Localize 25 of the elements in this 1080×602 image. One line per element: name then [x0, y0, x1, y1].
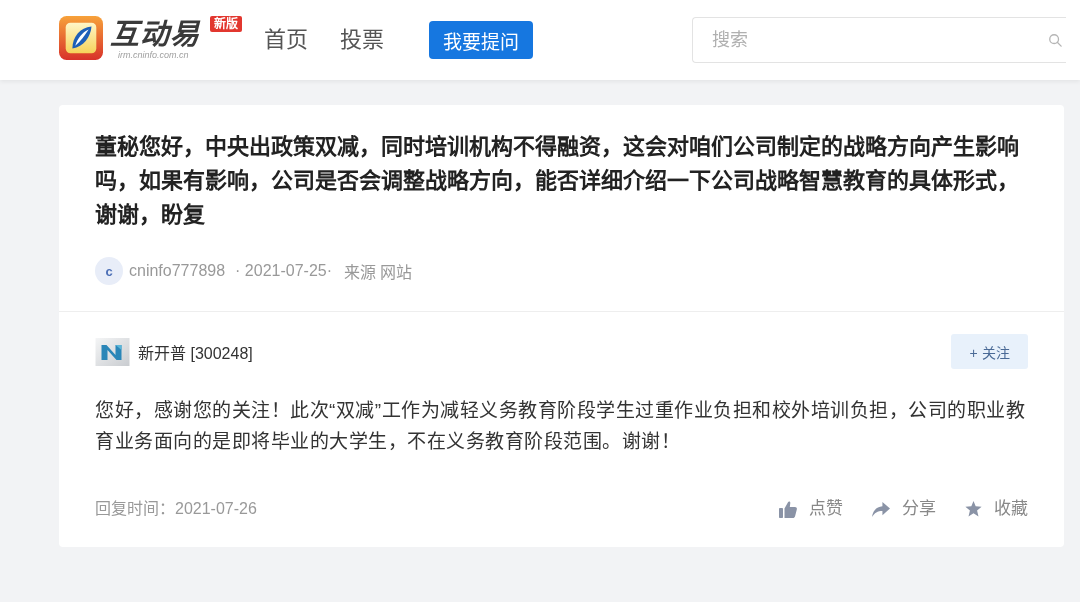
share-button[interactable]: 分享	[872, 497, 936, 521]
user-avatar: c	[95, 257, 123, 285]
ask-question-button[interactable]: 我要提问	[429, 21, 533, 59]
user-name[interactable]: cninfo777898	[129, 262, 226, 280]
company-name[interactable]: 新开普 [300248]	[138, 339, 253, 364]
reply-time: 回复时间：2021-07-26	[95, 499, 257, 519]
follow-button[interactable]: + 关注	[951, 334, 1028, 369]
nav-link[interactable]: 首页	[264, 25, 308, 55]
answer-text: 您好，感谢您的关注！此次“双减”工作为减轻义务教育阶段学生过重作业负担和校外培训负担，公司的职业教育业务面向的是即将毕业的大学生，不在义务教育阶段范围。谢谢！	[95, 399, 1027, 454]
question-source: 来源 网站	[344, 263, 413, 283]
share-arrow-icon	[872, 500, 890, 518]
nav-link[interactable]: 投票	[340, 25, 384, 55]
thumbs-up-icon	[779, 500, 797, 518]
site-domain: irm.cninfo.com.cn	[118, 50, 190, 60]
site-name: 互动易	[110, 18, 200, 50]
search-icon[interactable]	[1048, 33, 1062, 47]
new-version-badge: 新版	[210, 16, 242, 32]
favorite-button[interactable]: 收藏	[965, 497, 1028, 521]
logo-icon	[58, 16, 104, 60]
star-icon	[965, 501, 982, 517]
company-logo-icon	[95, 337, 130, 366]
question-text: 董秘您好，中央出政策双减，同时培训机构不得融资，这会对咱们公司制定的战略方向产生影响吗，如果有影响，公司是否会调整战略方向，能否详细介绍一下公司战略智慧教育的具体形式，谢谢，盼复	[95, 133, 1020, 229]
search-field[interactable]: 搜索	[692, 17, 1066, 63]
question-date: · 2021-07-25·	[235, 262, 333, 280]
like-button[interactable]: 点赞	[779, 497, 843, 521]
